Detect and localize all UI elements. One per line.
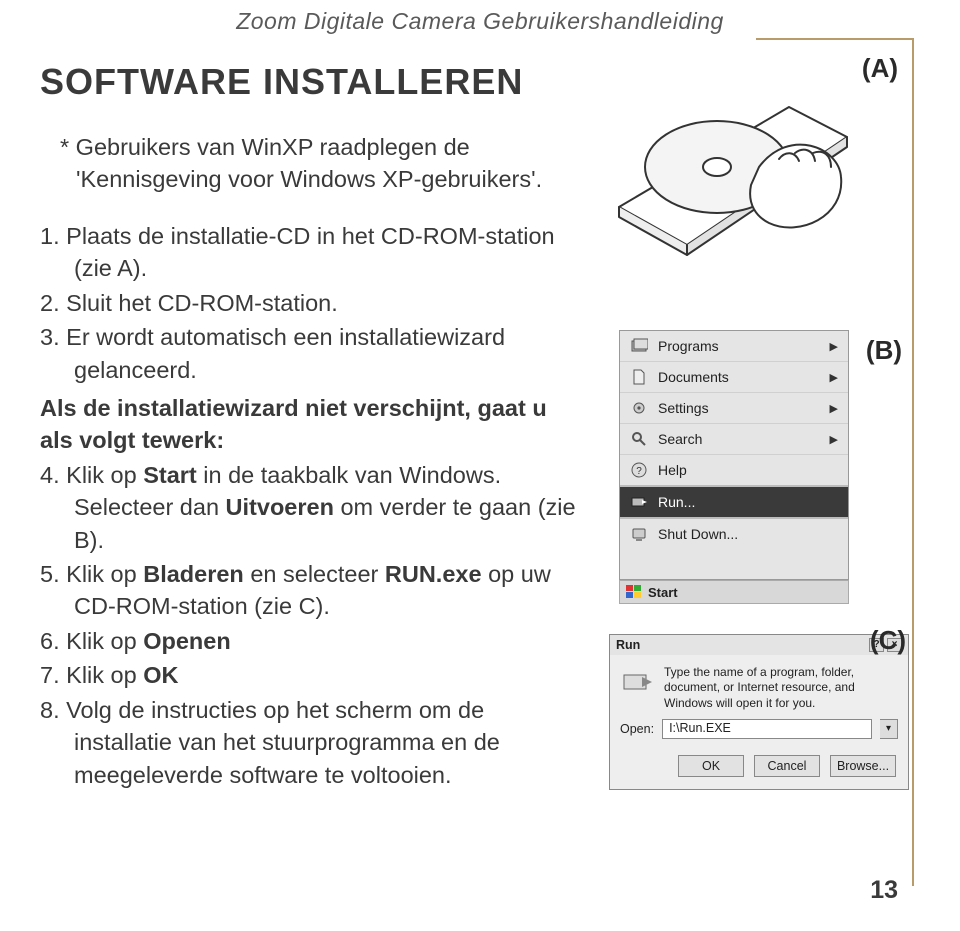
start-menu: Programs ▶ Documents ▶ Settings ▶ Search… (619, 330, 849, 580)
menu-item-label: Documents (658, 369, 820, 385)
search-icon (630, 430, 648, 448)
step-6: 6. Klik op Openen (40, 625, 585, 657)
text-column: SOFTWARE INSTALLEREN * Gebruikers van Wi… (40, 57, 585, 793)
figure-label-c: (C) (870, 625, 906, 656)
run-icon (630, 493, 648, 511)
menu-item-label: Help (658, 462, 838, 478)
step-7: 7. Klik op OK (40, 659, 585, 691)
page-number: 13 (870, 876, 898, 905)
submenu-arrow-icon: ▶ (830, 340, 838, 353)
menu-item-label: Settings (658, 400, 820, 416)
page-heading: SOFTWARE INSTALLEREN (40, 61, 585, 103)
submenu-arrow-icon: ▶ (830, 433, 838, 446)
step-8: 8. Volg de instructies op het scherm om … (40, 694, 585, 791)
step-2: 2. Sluit het CD-ROM-station. (40, 287, 585, 319)
menu-item-programs[interactable]: Programs ▶ (620, 331, 848, 361)
fallback-subhead: Als de installatiewizard niet verschijnt… (40, 392, 585, 457)
ok-button[interactable]: OK (678, 755, 744, 777)
help-icon: ? (630, 461, 648, 479)
menu-item-label: Run... (658, 494, 838, 510)
figure-a-cd-insert (609, 67, 914, 280)
menu-item-label: Programs (658, 338, 820, 354)
svg-text:?: ? (636, 466, 642, 477)
menu-item-help[interactable]: ? Help (620, 454, 848, 485)
figure-label-a: (A) (862, 53, 898, 84)
browse-button[interactable]: Browse... (830, 755, 896, 777)
shutdown-icon (630, 525, 648, 543)
step-3: 3. Er wordt automatisch een installatiew… (40, 321, 585, 386)
start-button-label: Start (648, 585, 678, 600)
running-header: Zoom Digitale Camera Gebruikershandleidi… (40, 8, 920, 35)
figure-label-b: (B) (866, 335, 902, 366)
run-dialog: Run ? × Type the name of a program, fold… (609, 634, 909, 790)
menu-item-search[interactable]: Search ▶ (620, 423, 848, 454)
figure-column: (A) (B) (C) (609, 57, 914, 793)
submenu-arrow-icon: ▶ (830, 402, 838, 415)
programs-icon (630, 337, 648, 355)
run-dialog-titlebar: Run ? × (610, 635, 908, 655)
xp-note: * Gebruikers van WinXP raadplegen de 'Ke… (40, 131, 585, 196)
run-dialog-prompt: Type the name of a program, folder, docu… (664, 665, 898, 711)
settings-icon (630, 399, 648, 417)
step-5: 5. Klik op Bladeren en selecteer RUN.exe… (40, 558, 585, 623)
taskbar-start-button[interactable]: Start (619, 580, 849, 604)
steps-list-2: 4. Klik op Start in de taakbalk van Wind… (40, 459, 585, 791)
windows-flag-icon (626, 585, 642, 599)
menu-item-label: Search (658, 431, 820, 447)
run-dialog-icon (620, 665, 654, 699)
menu-item-run[interactable]: Run... (620, 485, 848, 517)
menu-item-settings[interactable]: Settings ▶ (620, 392, 848, 423)
cancel-button[interactable]: Cancel (754, 755, 820, 777)
step-4: 4. Klik op Start in de taakbalk van Wind… (40, 459, 585, 556)
menu-item-shutdown[interactable]: Shut Down... (620, 517, 848, 549)
run-dialog-title: Run (616, 638, 640, 652)
submenu-arrow-icon: ▶ (830, 371, 838, 384)
step-1: 1. Plaats de installatie-CD in het CD-RO… (40, 220, 585, 285)
documents-icon (630, 368, 648, 386)
menu-item-label: Shut Down... (658, 526, 838, 542)
open-input[interactable]: I:\Run.EXE (662, 719, 872, 739)
menu-item-documents[interactable]: Documents ▶ (620, 361, 848, 392)
steps-list-1: 1. Plaats de installatie-CD in het CD-RO… (40, 220, 585, 386)
open-dropdown-button[interactable]: ▾ (880, 719, 898, 739)
open-label: Open: (620, 722, 654, 736)
